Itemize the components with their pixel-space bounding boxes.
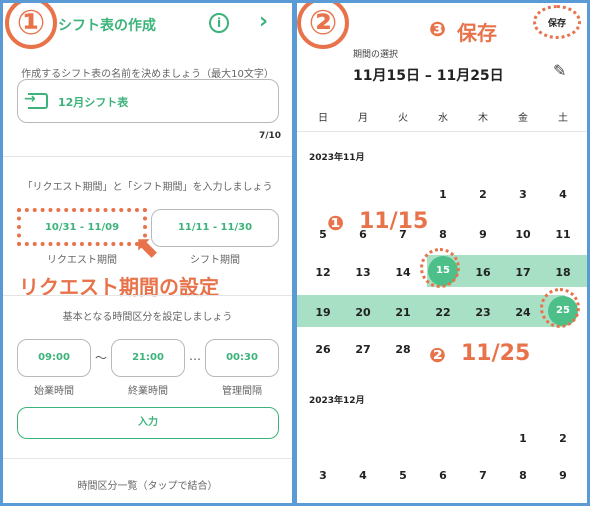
save-button-label: 保存 — [547, 19, 566, 29]
calendar-day[interactable]: 20 — [343, 306, 383, 319]
calendar-day[interactable]: 4 — [543, 188, 583, 201]
weekday-sat: 土 — [558, 113, 568, 124]
calendar-day[interactable]: 19 — [303, 306, 343, 319]
calendar-day[interactable]: 18 — [543, 266, 583, 279]
start-annotation-text: 11/15 — [359, 209, 429, 234]
range-start-highlight-ring — [420, 248, 460, 288]
calendar-day[interactable]: 13 — [343, 266, 383, 279]
interval-label: 管理間隔 — [222, 386, 262, 397]
period-caption: 期間の選択 — [353, 50, 399, 60]
divider — [3, 458, 292, 459]
end-time-label: 終業時間 — [128, 386, 168, 397]
calendar-day[interactable]: 12 — [303, 266, 343, 279]
step-1-marker: ① — [5, 3, 57, 49]
shift-period-label: シフト期間 — [190, 255, 240, 266]
calendar-day[interactable]: 3 — [503, 188, 543, 201]
name-value: 12月シフト表 — [58, 96, 129, 109]
save-annotation-number: ❸ — [429, 17, 446, 41]
divider — [297, 131, 587, 132]
weekday-mon: 月 — [358, 113, 368, 124]
calendar-day[interactable]: 9 — [543, 469, 583, 482]
calendar-day[interactable]: 11 — [543, 228, 583, 241]
calendar-day[interactable]: 14 — [383, 266, 423, 279]
interval-value: 00:30 — [226, 352, 258, 363]
divider — [3, 295, 292, 296]
range-end-highlight-ring — [540, 288, 580, 328]
calendar-day[interactable]: 4 — [343, 469, 383, 482]
save-button[interactable]: 保存 — [533, 5, 581, 39]
step-2-marker-text: ② — [308, 3, 338, 43]
calendar-day[interactable]: 27 — [343, 343, 383, 356]
step-1-marker-text: ① — [16, 3, 46, 43]
time-separator: ～ — [95, 351, 108, 365]
month-label-nov: 2023年11月 — [309, 153, 365, 163]
left-panel: ① シフト表の作成 i › 作成するシフト表の名前を決めましょう（最大10文字）… — [3, 3, 292, 503]
calendar-day[interactable]: 26 — [303, 343, 343, 356]
start-time-value: 09:00 — [38, 352, 70, 363]
end-annotation-number: ❷ — [429, 343, 446, 367]
shift-period-value: 11/11 - 11/30 — [177, 222, 253, 233]
edit-pencil-icon[interactable]: ✎ — [553, 61, 566, 80]
interval-input[interactable]: 00:30 — [205, 339, 279, 377]
import-arrow-icon: → — [24, 91, 36, 107]
calendar-day[interactable]: 2 — [463, 188, 503, 201]
right-panel: ② ❸ 保存 保存 期間の選択 11月15日 – 11月25日 ✎ 日 月 火 … — [297, 3, 587, 503]
calendar-day[interactable]: 8 — [503, 469, 543, 482]
calendar-day[interactable]: 24 — [503, 306, 543, 319]
time-slot-list-title: 時間区分一覧（タップで結合） — [77, 481, 218, 492]
info-icon[interactable]: i — [209, 13, 229, 33]
start-time-input[interactable]: 09:00 — [17, 339, 91, 377]
calendar-day[interactable]: 8 — [423, 228, 463, 241]
interval-separator: … — [189, 349, 201, 363]
calendar-day[interactable]: 17 — [503, 266, 543, 279]
calendar-day[interactable]: 21 — [383, 306, 423, 319]
calendar-day[interactable]: 1 — [423, 188, 463, 201]
request-period-label: リクエスト期間 — [47, 255, 117, 266]
step-2-marker: ② — [297, 3, 349, 49]
end-annotation-text: 11/25 — [461, 341, 531, 366]
name-prompt: 作成するシフト表の名前を決めましょう（最大10文字） — [21, 69, 274, 80]
calendar-day[interactable]: 1 — [503, 432, 543, 445]
weekday-fri: 金 — [518, 113, 528, 124]
calendar-day[interactable]: 2 — [543, 432, 583, 445]
end-time-input[interactable]: 21:00 — [111, 339, 185, 377]
weekday-thu: 木 — [478, 113, 488, 124]
calendar-day[interactable]: 5 — [383, 469, 423, 482]
name-input[interactable]: → 12月シフト表 — [17, 79, 279, 123]
calendar-day[interactable]: 9 — [463, 228, 503, 241]
calendar-day[interactable]: 7 — [463, 469, 503, 482]
calendar-day[interactable]: 23 — [463, 306, 503, 319]
calendar-day[interactable]: 16 — [463, 266, 503, 279]
calendar-day[interactable]: 10 — [503, 228, 543, 241]
time-prompt: 基本となる時間区分を設定しましょう — [62, 312, 233, 323]
weekday-wed: 水 — [438, 113, 448, 124]
calendar-day[interactable]: 22 — [423, 306, 463, 319]
end-time-value: 21:00 — [132, 352, 164, 363]
calendar-day[interactable]: 3 — [303, 469, 343, 482]
request-period-input[interactable]: 10/31 - 11/09 — [17, 208, 147, 246]
request-period-value: 10/31 - 11/09 — [44, 222, 120, 233]
submit-button[interactable]: 入力 — [17, 407, 279, 439]
month-label-dec: 2023年12月 — [309, 396, 365, 406]
weekday-tue: 火 — [398, 113, 408, 124]
chevron-right-icon[interactable]: › — [259, 9, 268, 34]
header-title: シフト表の作成 — [58, 18, 156, 34]
shift-period-input[interactable]: 11/11 - 11/30 — [151, 209, 279, 247]
save-annotation-text: 保存 — [457, 21, 497, 45]
calendar-day[interactable]: 6 — [423, 469, 463, 482]
calendar-day[interactable]: 28 — [383, 343, 423, 356]
period-range: 11月15日 – 11月25日 — [353, 68, 504, 84]
period-prompt: 「リクエスト期間」と「シフト期間」を入力しましょう — [22, 182, 273, 193]
divider — [3, 156, 292, 157]
char-count: 7/10 — [259, 131, 282, 141]
start-time-label: 始業時間 — [34, 386, 74, 397]
start-annotation-number: ❶ — [327, 211, 344, 235]
weekday-sun: 日 — [318, 113, 328, 124]
